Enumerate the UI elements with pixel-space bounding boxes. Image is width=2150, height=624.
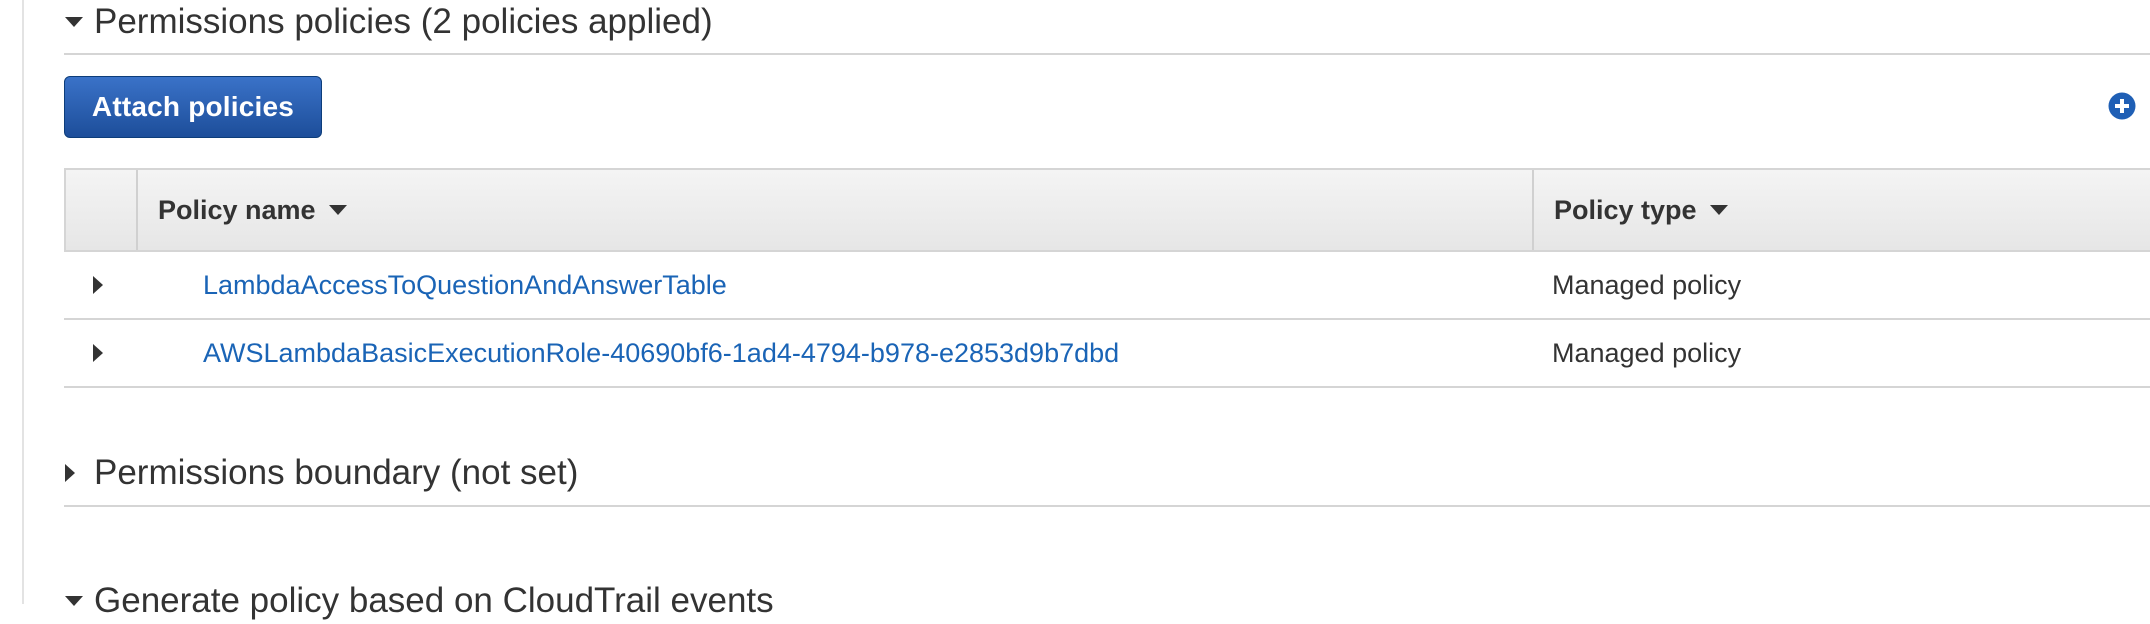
generate-policy-title: Generate policy based on CloudTrail even… — [94, 581, 774, 620]
caret-down-icon — [64, 595, 94, 607]
column-header-label: Policy type — [1554, 194, 1697, 225]
section-divider — [64, 53, 2150, 55]
policy-name-link[interactable]: AWSLambdaBasicExecutionRole-40690bf6-1ad… — [203, 320, 1119, 386]
column-header-policy-name[interactable]: Policy name — [158, 170, 348, 250]
column-divider — [136, 170, 138, 250]
caret-right-icon[interactable] — [92, 252, 118, 318]
permissions-boundary-title: Permissions boundary (not set) — [94, 453, 579, 492]
table-row: AWSLambdaBasicExecutionRole-40690bf6-1ad… — [64, 320, 2150, 388]
table-header: Policy name Policy type — [64, 168, 2150, 252]
caret-right-icon[interactable] — [92, 320, 118, 386]
sort-down-icon — [328, 204, 348, 216]
caret-down-icon — [64, 16, 94, 28]
sort-down-icon — [1709, 204, 1729, 216]
column-divider — [1532, 170, 1534, 250]
generate-policy-header[interactable]: Generate policy based on CloudTrail even… — [64, 578, 2150, 624]
attach-policies-button[interactable]: Attach policies — [64, 76, 322, 138]
policies-table: Policy name Policy type LambdaAccessToQu… — [64, 168, 2150, 390]
permissions-policies-title: Permissions policies (2 policies applied… — [94, 2, 713, 41]
column-header-label: Policy name — [158, 194, 316, 225]
permissions-policies-header[interactable]: Permissions policies (2 policies applied… — [64, 0, 2150, 44]
policy-type: Managed policy — [1552, 269, 1742, 300]
left-border — [22, 0, 24, 604]
policy-name-link[interactable]: LambdaAccessToQuestionAndAnswerTable — [203, 252, 727, 318]
plus-circle-icon[interactable] — [2108, 92, 2136, 120]
table-row: LambdaAccessToQuestionAndAnswerTable Man… — [64, 252, 2150, 320]
policy-type: Managed policy — [1552, 337, 1742, 368]
section-divider — [64, 505, 2150, 507]
caret-right-icon — [64, 463, 94, 483]
permissions-boundary-header[interactable]: Permissions boundary (not set) — [64, 450, 2150, 496]
column-header-policy-type[interactable]: Policy type — [1554, 170, 1729, 250]
